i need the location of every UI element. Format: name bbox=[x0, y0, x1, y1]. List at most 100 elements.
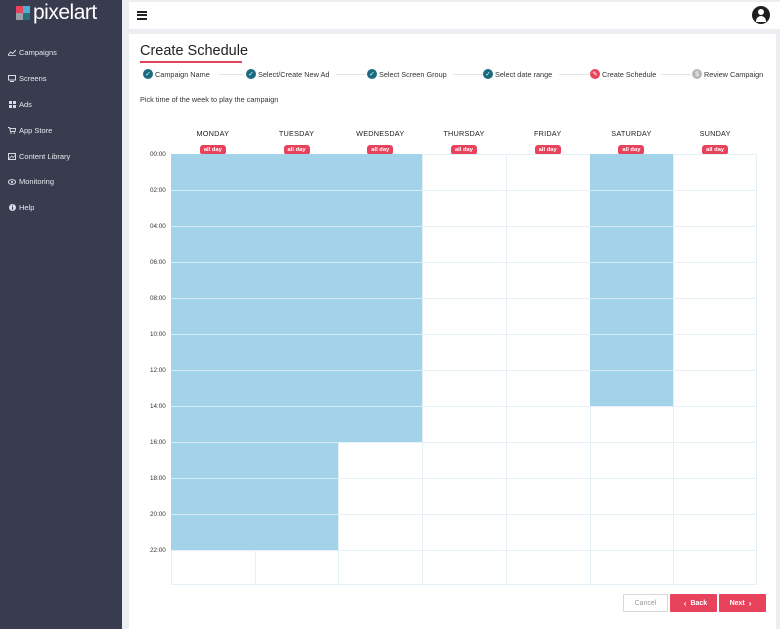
step-review-campaign[interactable]: $ Review Campaign bbox=[692, 68, 767, 80]
block-row-divider bbox=[338, 190, 423, 191]
chevron-right-icon: › bbox=[748, 598, 752, 608]
sidebar-item-help[interactable]: Help bbox=[0, 195, 122, 221]
chart-line-icon bbox=[8, 49, 16, 57]
day-header-tuesday: TUESDAY all day bbox=[255, 129, 339, 156]
hamburger-icon[interactable] bbox=[137, 11, 147, 20]
day-name: SATURDAY bbox=[611, 129, 652, 138]
step-create-schedule[interactable]: ✎ Create Schedule bbox=[590, 68, 660, 80]
time-label: 12:00 bbox=[150, 367, 166, 374]
sidebar-item-label: App Store bbox=[19, 125, 53, 135]
block-row-divider bbox=[589, 190, 674, 191]
cancel-button[interactable]: Cancel bbox=[623, 594, 668, 612]
back-label: Back bbox=[690, 599, 708, 607]
block-row-divider bbox=[171, 478, 255, 479]
step-label: Select date range bbox=[495, 69, 553, 79]
block-row-divider bbox=[171, 190, 255, 191]
time-label: 10:00 bbox=[150, 331, 166, 338]
pencil-icon: ✎ bbox=[590, 69, 600, 79]
logo-text: pixelart bbox=[33, 1, 97, 24]
block-row-divider bbox=[589, 334, 674, 335]
step-select-date-range[interactable]: ✓ Select date range bbox=[483, 68, 556, 80]
sidebar-item-label: Help bbox=[19, 203, 35, 213]
block-row-divider bbox=[254, 298, 339, 299]
main-panel: Create Schedule ✓ Campaign Name ✓ Select… bbox=[129, 34, 776, 629]
block-row-divider bbox=[171, 298, 255, 299]
check-circle-icon: ✓ bbox=[246, 69, 256, 79]
step-connector bbox=[559, 74, 589, 75]
step-campaign-name[interactable]: ✓ Campaign Name bbox=[143, 68, 213, 80]
step-connector bbox=[661, 74, 691, 75]
block-row-divider bbox=[254, 478, 339, 479]
step-label: Select Screen Group bbox=[379, 69, 447, 79]
shopping-cart-icon bbox=[8, 126, 16, 134]
time-label: 08:00 bbox=[150, 295, 166, 302]
title-underline bbox=[140, 61, 242, 63]
schedule-block-monday[interactable] bbox=[171, 154, 255, 550]
time-label: 20:00 bbox=[150, 511, 166, 518]
sidebar-item-app-store[interactable]: App Store bbox=[0, 117, 122, 143]
time-label: 04:00 bbox=[150, 223, 166, 230]
weekly-schedule-calendar: MONDAY all day TUESDAY all day WEDNESDAY all … bbox=[150, 129, 757, 585]
block-row-divider bbox=[171, 442, 255, 443]
block-row-divider bbox=[338, 298, 423, 299]
block-row-divider bbox=[338, 406, 423, 407]
chevron-left-icon: ‹ bbox=[683, 598, 687, 608]
logo[interactable]: pixelart bbox=[16, 1, 97, 24]
schedule-grid[interactable] bbox=[171, 154, 757, 585]
time-label: 02:00 bbox=[150, 187, 166, 194]
sidebar-item-campaigns[interactable]: Campaigns bbox=[0, 40, 122, 66]
block-row-divider bbox=[254, 442, 339, 443]
day-header-wednesday: WEDNESDAY all day bbox=[338, 129, 422, 156]
top-bar bbox=[129, 2, 780, 29]
sidebar-item-ads[interactable]: Ads bbox=[0, 92, 122, 118]
block-row-divider bbox=[589, 298, 674, 299]
next-label: Next bbox=[729, 599, 745, 607]
block-row-divider bbox=[254, 406, 339, 407]
next-button[interactable]: Next › bbox=[719, 594, 766, 612]
block-row-divider bbox=[254, 262, 339, 263]
block-row-divider bbox=[254, 226, 339, 227]
step-select-screen-group[interactable]: ✓ Select Screen Group bbox=[367, 68, 450, 80]
time-label: 00:00 bbox=[150, 151, 166, 158]
grid-row-line bbox=[171, 550, 757, 551]
block-row-divider bbox=[589, 370, 674, 371]
check-circle-icon: ✓ bbox=[367, 69, 377, 79]
block-row-divider bbox=[254, 190, 339, 191]
sidebar-item-label: Monitoring bbox=[19, 177, 55, 187]
day-header-thursday: THURSDAY all day bbox=[422, 129, 506, 156]
time-label: 14:00 bbox=[150, 403, 166, 410]
sidebar-item-content-library[interactable]: Content Library bbox=[0, 143, 122, 169]
user-avatar-icon[interactable] bbox=[752, 6, 770, 24]
block-row-divider bbox=[338, 334, 423, 335]
block-row-divider bbox=[338, 226, 423, 227]
check-circle-icon: ✓ bbox=[483, 69, 493, 79]
sidebar-item-label: Screens bbox=[19, 74, 47, 84]
instructions-text: Pick time of the week to play the campai… bbox=[140, 95, 279, 104]
time-label: 16:00 bbox=[150, 439, 166, 446]
step-connector bbox=[336, 74, 366, 75]
back-button[interactable]: ‹ Back bbox=[670, 594, 717, 612]
step-select-create-ad[interactable]: ✓ Select/Create New Ad bbox=[246, 68, 333, 80]
step-label: Select/Create New Ad bbox=[258, 69, 330, 79]
block-row-divider bbox=[171, 370, 255, 371]
wizard-stepper: ✓ Campaign Name ✓ Select/Create New Ad ✓… bbox=[129, 68, 776, 82]
day-header-sunday: SUNDAY all day bbox=[673, 129, 757, 156]
step-connector bbox=[453, 74, 483, 75]
block-row-divider bbox=[171, 262, 255, 263]
block-row-divider bbox=[589, 226, 674, 227]
schedule-block-tuesday[interactable] bbox=[254, 154, 339, 550]
info-icon bbox=[8, 204, 16, 212]
time-label: 06:00 bbox=[150, 259, 166, 266]
monitor-icon bbox=[8, 75, 16, 83]
sidebar-item-label: Ads bbox=[19, 99, 32, 109]
sidebar: pixelart Campaigns Screens Ads App Store bbox=[0, 0, 122, 629]
block-row-divider bbox=[171, 514, 255, 515]
sidebar-item-monitoring[interactable]: Monitoring bbox=[0, 169, 122, 195]
sidebar-item-screens[interactable]: Screens bbox=[0, 66, 122, 92]
day-header-saturday: SATURDAY all day bbox=[590, 129, 674, 156]
sidebar-item-label: Campaigns bbox=[19, 48, 57, 58]
image-icon bbox=[8, 152, 16, 160]
page-title: Create Schedule bbox=[140, 43, 249, 59]
schedule-block-saturday[interactable] bbox=[589, 154, 674, 406]
day-header-monday: MONDAY all day bbox=[171, 129, 255, 156]
